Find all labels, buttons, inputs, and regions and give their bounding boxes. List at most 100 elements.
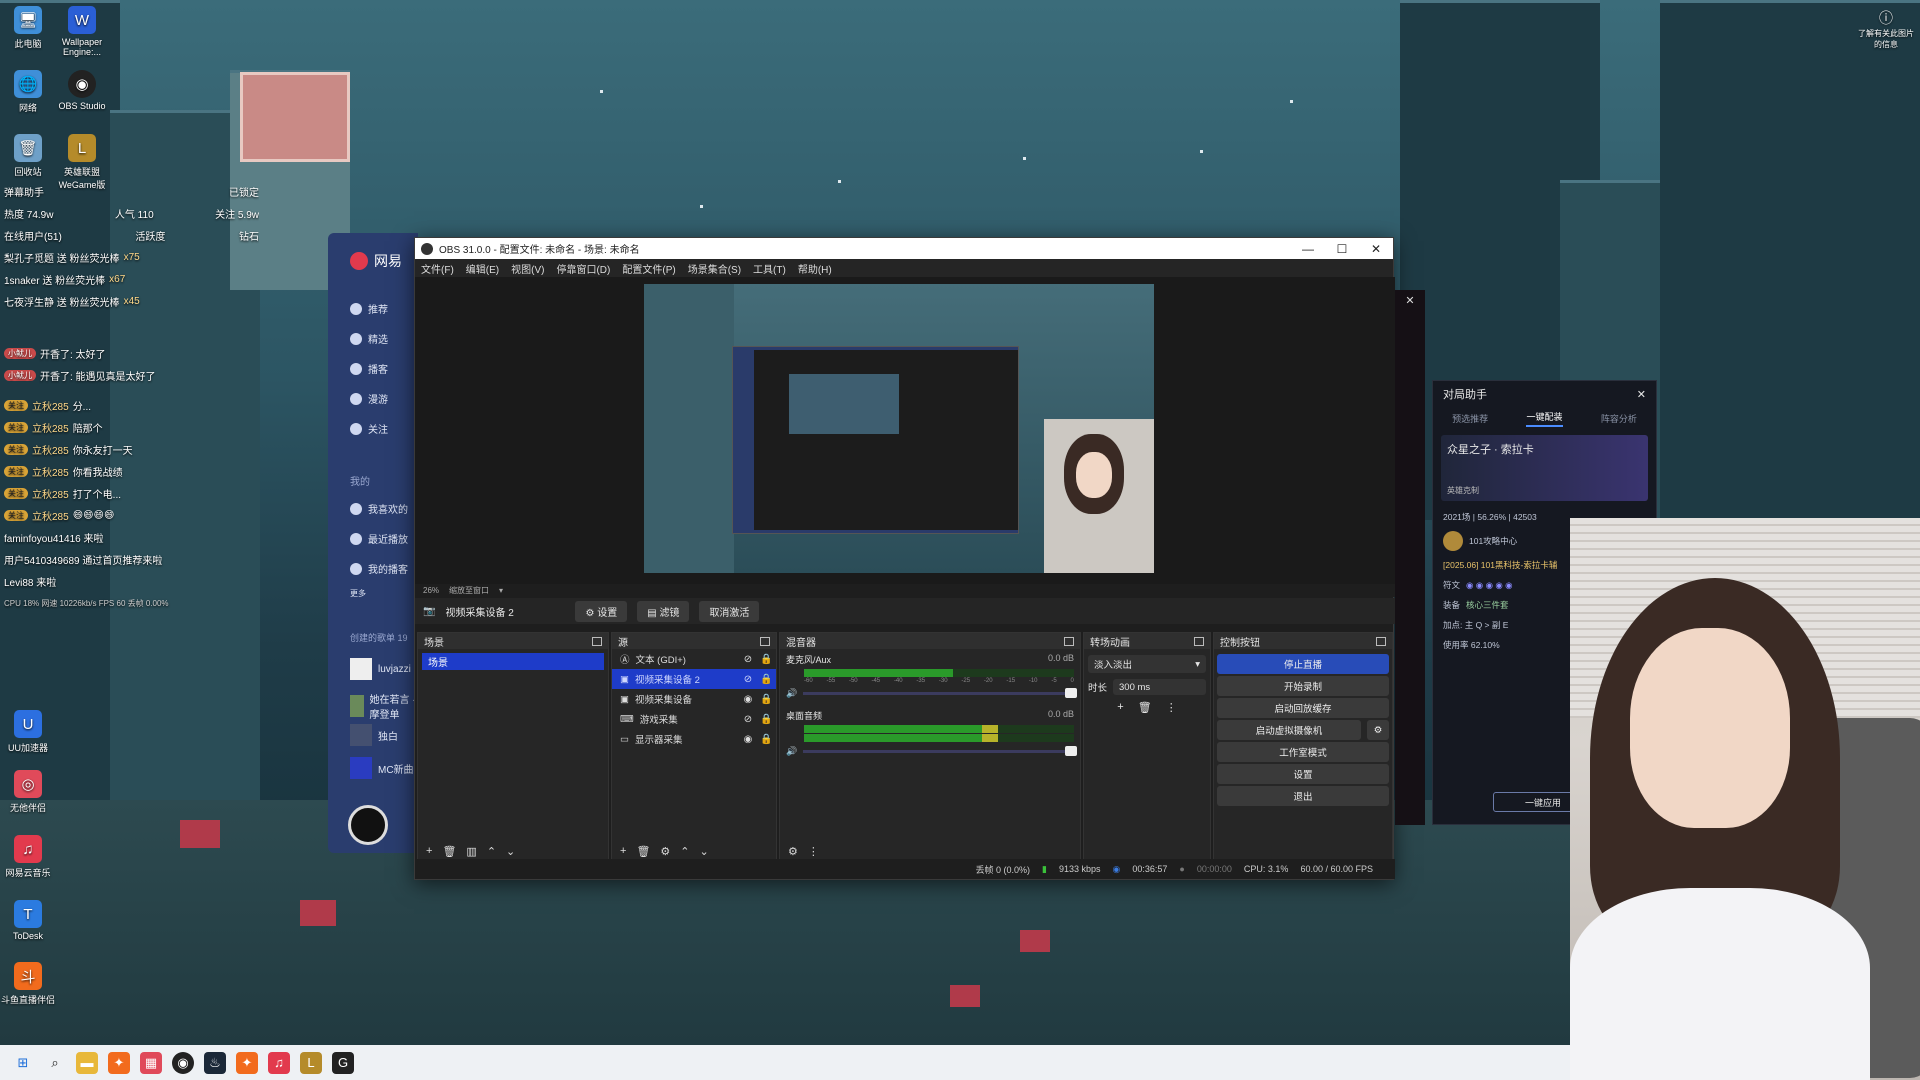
- game-client-icon[interactable]: G: [332, 1051, 354, 1074]
- settings-button[interactable]: 设置: [1217, 764, 1389, 784]
- close-icon[interactable]: ✕: [1637, 388, 1646, 401]
- tab-comp-analysis[interactable]: 阵容分析: [1601, 412, 1637, 425]
- undock-icon[interactable]: [592, 636, 602, 646]
- menu-docks[interactable]: 停靠窗口(D): [556, 261, 610, 276]
- undock-icon[interactable]: [760, 636, 770, 646]
- exit-button[interactable]: 退出: [1217, 786, 1389, 806]
- virtual-camera-settings[interactable]: ⚙: [1367, 720, 1389, 740]
- playlist-item[interactable]: 她在若言 · 摩登单: [350, 691, 418, 721]
- desktop-icon-douyu[interactable]: 斗 斗鱼直播伴侣: [0, 962, 58, 1006]
- desktop-icon-uu[interactable]: U UU加速器: [0, 710, 58, 754]
- eye-hidden-icon[interactable]: ⊘: [742, 674, 754, 685]
- source-settings-button[interactable]: ⚙ 设置: [575, 600, 628, 622]
- tab-one-click-build[interactable]: 一键配装: [1526, 410, 1563, 427]
- counter-label[interactable]: 英雄克制: [1447, 485, 1642, 496]
- add-icon[interactable]: +: [620, 845, 626, 857]
- music-my-item[interactable]: 我的播客: [350, 561, 408, 576]
- virtual-camera-button[interactable]: 启动虚拟摄像机: [1217, 720, 1361, 740]
- music-app-window[interactable]: 网易 推荐 精选 播客 漫游 关注 我的 我喜欢的 最近播放 我的播客 更多 创…: [328, 233, 418, 853]
- music-more[interactable]: 更多: [350, 588, 366, 599]
- desktop-icon-wuta[interactable]: ◎ 无他伴侣: [0, 770, 58, 814]
- add-icon[interactable]: +: [1117, 701, 1123, 714]
- music-my-item[interactable]: 最近播放: [350, 531, 408, 546]
- menu-scene-collection[interactable]: 场景集合(S): [688, 261, 741, 276]
- maximize-button[interactable]: ☐: [1325, 242, 1359, 256]
- music-icon[interactable]: ♫: [268, 1051, 290, 1074]
- speaker-icon[interactable]: 🔊: [786, 688, 797, 699]
- undock-icon[interactable]: [1194, 636, 1204, 646]
- minimize-button[interactable]: —: [1291, 242, 1325, 256]
- eye-hidden-icon[interactable]: ⊘: [742, 654, 754, 665]
- menu-file[interactable]: 文件(F): [421, 261, 454, 276]
- eye-hidden-icon[interactable]: ⊘: [742, 714, 754, 725]
- source-item[interactable]: ▣ 视频采集设备 ◉ 🔒: [612, 689, 776, 709]
- search-icon[interactable]: ⌕: [44, 1052, 66, 1074]
- lock-icon[interactable]: 🔒: [760, 694, 772, 705]
- move-up-icon[interactable]: ⌃: [680, 845, 689, 858]
- trash-icon[interactable]: 🗑: [1138, 701, 1152, 714]
- obs-titlebar[interactable]: OBS 31.0.0 - 配置文件: 未命名 - 场景: 未命名 — ☐ ✕: [415, 238, 1393, 259]
- desktop-icon-netease-music[interactable]: ♫ 网易云音乐: [0, 835, 58, 879]
- close-button[interactable]: ✕: [1359, 242, 1393, 256]
- eye-icon[interactable]: ◉: [742, 694, 754, 705]
- desktop-icon-todesk[interactable]: T ToDesk: [0, 900, 58, 941]
- lock-icon[interactable]: 🔒: [760, 674, 772, 685]
- studio-mode-button[interactable]: 工作室模式: [1217, 742, 1389, 762]
- music-nav-item[interactable]: 漫游: [350, 391, 388, 406]
- move-down-icon[interactable]: ⌄: [700, 845, 709, 858]
- undock-icon[interactable]: [1376, 636, 1386, 646]
- menu-profile[interactable]: 配置文件(P): [622, 261, 675, 276]
- desktop-icon-obs[interactable]: ◉ OBS Studio: [52, 70, 112, 111]
- grid-app-icon[interactable]: ▦: [140, 1051, 162, 1074]
- move-up-icon[interactable]: ⌃: [487, 845, 496, 858]
- volume-slider[interactable]: [803, 687, 1077, 698]
- windows-start-icon[interactable]: ⊞: [12, 1052, 34, 1074]
- lock-icon[interactable]: 🔒: [760, 654, 772, 665]
- douyu-icon[interactable]: ✦: [236, 1051, 258, 1074]
- trash-icon[interactable]: 🗑: [636, 845, 650, 858]
- music-nav-item[interactable]: 精选: [350, 331, 388, 346]
- menu-tools[interactable]: 工具(T): [753, 261, 786, 276]
- deactivate-button[interactable]: 取消激活: [699, 600, 760, 622]
- steam-icon[interactable]: ♨: [204, 1051, 226, 1074]
- scene-filters-icon[interactable]: ▥: [466, 845, 476, 858]
- obs-taskbar-icon[interactable]: ◉: [172, 1051, 194, 1074]
- more-icon[interactable]: ⋮: [1166, 701, 1177, 714]
- source-filters-button[interactable]: ▤ 滤镜: [637, 600, 690, 622]
- preview-scale-mode[interactable]: 缩放至窗口: [449, 585, 489, 596]
- source-item[interactable]: ▣ 视频采集设备 2 ⊘ 🔒: [612, 669, 776, 689]
- lock-icon[interactable]: 🔒: [760, 734, 772, 745]
- music-nav-item[interactable]: 推荐: [350, 301, 388, 316]
- more-icon[interactable]: ⋮: [808, 845, 819, 858]
- music-nav-item[interactable]: 关注: [350, 421, 388, 436]
- music-nav-item[interactable]: 播客: [350, 361, 388, 376]
- speaker-icon[interactable]: 🔊: [786, 746, 797, 757]
- gear-icon[interactable]: ⚙: [788, 845, 798, 858]
- add-icon[interactable]: +: [426, 845, 432, 857]
- start-recording-button[interactable]: 开始录制: [1217, 676, 1389, 696]
- lock-icon[interactable]: 🔒: [760, 714, 772, 725]
- menu-edit[interactable]: 编辑(E): [466, 261, 499, 276]
- zoom-level[interactable]: 26%: [423, 586, 439, 595]
- chevron-down-icon[interactable]: ▾: [499, 586, 503, 595]
- playlist-item[interactable]: 独白: [350, 724, 398, 746]
- folder-icon[interactable]: ▬: [76, 1051, 98, 1074]
- desktop-icon-recycle-bin[interactable]: 🗑 回收站: [0, 134, 58, 178]
- source-item[interactable]: ▭ 显示器采集 ◉ 🔒: [612, 729, 776, 749]
- replay-buffer-button[interactable]: 启动回放缓存: [1217, 698, 1389, 718]
- wallpaper-info[interactable]: ⓘ 了解有关此图片的信息: [1858, 8, 1914, 50]
- preview-canvas[interactable]: [644, 284, 1154, 573]
- stop-streaming-button[interactable]: 停止直播: [1217, 654, 1389, 674]
- eye-icon[interactable]: ◉: [742, 734, 754, 745]
- source-item[interactable]: Ⓐ 文本 (GDI+) ⊘ 🔒: [612, 649, 776, 669]
- lock-status[interactable]: 已锁定: [229, 184, 259, 199]
- scene-item[interactable]: 场景: [422, 653, 604, 670]
- menu-view[interactable]: 视图(V): [511, 261, 544, 276]
- source-item[interactable]: ⌨ 游戏采集 ⊘ 🔒: [612, 709, 776, 729]
- desktop-icon-network[interactable]: 🌐 网络: [0, 70, 58, 114]
- obs-window[interactable]: OBS 31.0.0 - 配置文件: 未命名 - 场景: 未命名 — ☐ ✕ 文…: [414, 237, 1395, 880]
- undock-icon[interactable]: [1064, 636, 1074, 646]
- obs-preview[interactable]: [415, 277, 1395, 584]
- move-down-icon[interactable]: ⌄: [506, 845, 515, 858]
- desktop-icon-wallpaper-engine[interactable]: W Wallpaper Engine:...: [52, 6, 112, 57]
